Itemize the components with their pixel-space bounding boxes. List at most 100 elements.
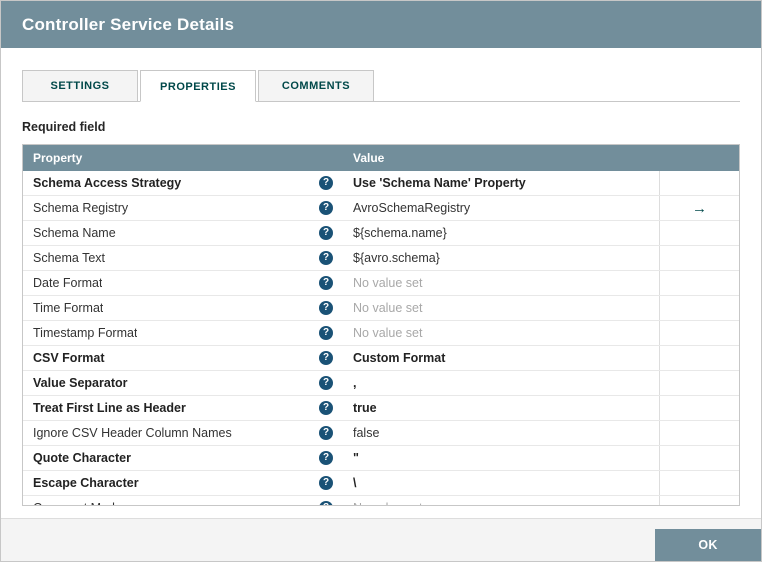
help-icon[interactable]: ? [319, 301, 333, 315]
property-name: Schema Text [33, 251, 106, 265]
property-cell: Treat First Line as Header ? [23, 396, 343, 420]
action-cell [659, 171, 739, 195]
property-name: Timestamp Format [33, 326, 138, 340]
help-icon[interactable]: ? [319, 451, 333, 465]
property-cell: Value Separator ? [23, 371, 343, 395]
action-cell [659, 471, 739, 495]
table-row[interactable]: Schema Text ? ${avro.schema} [23, 246, 739, 271]
help-icon[interactable]: ? [319, 226, 333, 240]
table-row[interactable]: Treat First Line as Header ? true [23, 396, 739, 421]
value-cell: false [343, 421, 659, 445]
property-name: Escape Character [33, 476, 139, 490]
table-row[interactable]: Time Format ? No value set [23, 296, 739, 321]
controller-service-details-dialog: Controller Service Details SETTINGS PROP… [0, 0, 762, 562]
property-name: Schema Registry [33, 201, 129, 215]
help-icon[interactable]: ? [319, 276, 333, 290]
property-cell: CSV Format ? [23, 346, 343, 370]
action-cell [659, 271, 739, 295]
table-row[interactable]: Ignore CSV Header Column Names ? false [23, 421, 739, 446]
table-row[interactable]: Date Format ? No value set [23, 271, 739, 296]
properties-table-body: Schema Access Strategy ? Use 'Schema Nam… [23, 171, 739, 505]
table-row[interactable]: CSV Format ? Custom Format [23, 346, 739, 371]
property-name: Date Format [33, 276, 103, 290]
table-row[interactable]: Timestamp Format ? No value set [23, 321, 739, 346]
tab-settings[interactable]: SETTINGS [22, 70, 138, 101]
action-cell [659, 396, 739, 420]
tab-bar: SETTINGS PROPERTIES COMMENTS [22, 70, 740, 102]
property-name: Treat First Line as Header [33, 401, 186, 415]
dialog-title-bar: Controller Service Details [1, 1, 761, 48]
ok-button[interactable]: OK [655, 529, 761, 561]
table-row[interactable]: Schema Registry ? AvroSchemaRegistry → [23, 196, 739, 221]
property-value: No value set [353, 501, 422, 505]
table-row[interactable]: Escape Character ? \ [23, 471, 739, 496]
dialog-title: Controller Service Details [22, 14, 235, 34]
property-value: Custom Format [353, 351, 446, 365]
value-cell: AvroSchemaRegistry [343, 196, 659, 220]
required-field-label: Required field [22, 120, 106, 134]
property-cell: Timestamp Format ? [23, 321, 343, 345]
help-icon[interactable]: ? [319, 476, 333, 490]
table-row[interactable]: Schema Name ? ${schema.name} [23, 221, 739, 246]
property-cell: Escape Character ? [23, 471, 343, 495]
table-row[interactable]: Schema Access Strategy ? Use 'Schema Nam… [23, 171, 739, 196]
tab-label: COMMENTS [281, 80, 351, 92]
property-cell: Schema Registry ? [23, 196, 343, 220]
property-cell: Comment Marker ? [23, 496, 343, 505]
help-icon[interactable]: ? [319, 351, 333, 365]
action-cell [659, 321, 739, 345]
property-cell: Schema Text ? [23, 246, 343, 270]
property-name: Ignore CSV Header Column Names [33, 426, 232, 440]
property-value: ${schema.name} [353, 226, 447, 240]
property-value: " [353, 451, 359, 465]
property-name: Value Separator [33, 376, 128, 390]
table-row[interactable]: Comment Marker ? No value set [23, 496, 739, 505]
value-cell: Use 'Schema Name' Property [343, 171, 659, 195]
property-cell: Schema Access Strategy ? [23, 171, 343, 195]
property-value: No value set [353, 301, 423, 315]
property-name: Quote Character [33, 451, 131, 465]
property-value: , [353, 376, 357, 390]
property-cell: Date Format ? [23, 271, 343, 295]
value-cell: , [343, 371, 659, 395]
help-icon[interactable]: ? [319, 426, 333, 440]
help-icon[interactable]: ? [319, 251, 333, 265]
tab-properties[interactable]: PROPERTIES [140, 70, 256, 102]
property-value: ${avro.schema} [353, 251, 440, 265]
action-cell [659, 346, 739, 370]
value-cell: No value set [343, 496, 659, 505]
table-row[interactable]: Value Separator ? , [23, 371, 739, 396]
help-icon[interactable]: ? [319, 326, 333, 340]
property-value: Use 'Schema Name' Property [353, 176, 526, 190]
property-value: true [353, 401, 377, 415]
column-header-property: Property [33, 151, 83, 165]
help-icon[interactable]: ? [319, 376, 333, 390]
goto-service-icon[interactable]: → [692, 201, 707, 216]
value-cell: Custom Format [343, 346, 659, 370]
action-cell [659, 296, 739, 320]
value-cell: No value set [343, 271, 659, 295]
column-header-value: Value [353, 151, 385, 165]
property-value: \ [353, 476, 357, 490]
help-icon[interactable]: ? [319, 201, 333, 215]
help-icon[interactable]: ? [319, 401, 333, 415]
property-name: Schema Access Strategy [33, 176, 182, 190]
property-cell: Time Format ? [23, 296, 343, 320]
action-cell [659, 496, 739, 505]
action-cell [659, 421, 739, 445]
value-cell: ${schema.name} [343, 221, 659, 245]
help-icon[interactable]: ? [319, 176, 333, 190]
action-cell [659, 446, 739, 470]
action-cell [659, 371, 739, 395]
table-row[interactable]: Quote Character ? " [23, 446, 739, 471]
help-icon[interactable]: ? [319, 501, 333, 505]
tab-comments[interactable]: COMMENTS [258, 70, 374, 101]
property-cell: Quote Character ? [23, 446, 343, 470]
tab-label: SETTINGS [50, 80, 110, 92]
property-name: Comment Marker [33, 501, 130, 505]
property-name: Time Format [33, 301, 104, 315]
property-name: Schema Name [33, 226, 116, 240]
property-value: false [353, 426, 380, 440]
property-cell: Schema Name ? [23, 221, 343, 245]
tab-label: PROPERTIES [160, 81, 236, 93]
